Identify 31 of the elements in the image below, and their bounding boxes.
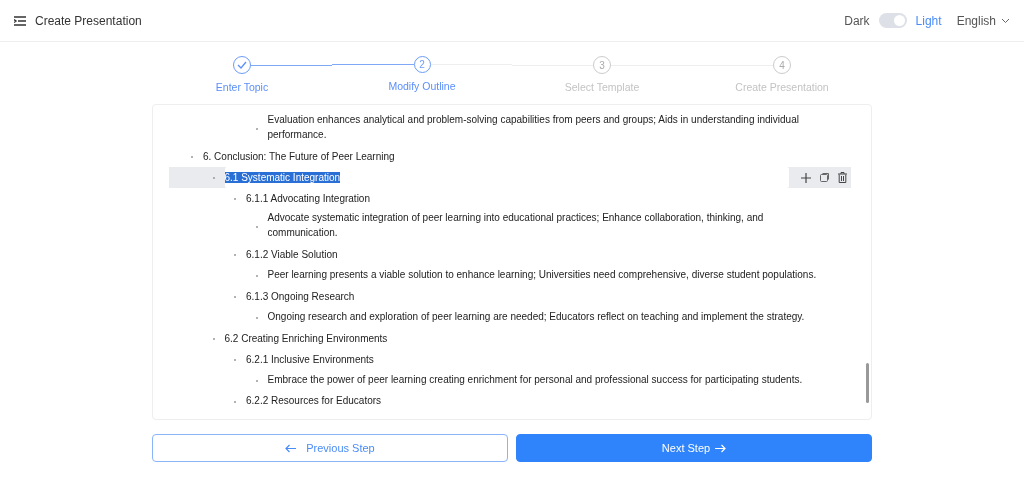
- outline-item[interactable]: 6. Conclusion: The Future of Peer Learning: [203, 146, 395, 167]
- theme-toggle[interactable]: [878, 13, 907, 28]
- outline-item[interactable]: Advocate systematic integration of peer learning into educational practices; Enhance collaboration, thinking, and communication.: [267, 209, 851, 244]
- light-label: Light: [915, 13, 942, 28]
- dark-label: Dark: [844, 13, 870, 28]
- check-icon: [237, 61, 247, 69]
- next-step-button[interactable]: Next Step: [516, 434, 872, 462]
- trash-icon[interactable]: [838, 172, 847, 183]
- outline-input[interactable]: 6.1 Systematic Integration: [224, 167, 789, 188]
- step-number: 4: [779, 59, 785, 71]
- menu-icon[interactable]: [14, 15, 26, 26]
- copy-icon[interactable]: [820, 173, 829, 182]
- outline-item[interactable]: Peer learning presents a viable solution to enhance learning; Universities need comprehensive, diverse student populations.: [267, 265, 841, 286]
- arrow-right-icon: [715, 443, 727, 453]
- arrow-left-icon: [285, 443, 297, 453]
- outline-item[interactable]: Ongoing research and exploration of peer learning are needed; Educators reflect on teaching and implement the strategy.: [267, 307, 829, 328]
- chevron-down-icon: [1001, 17, 1010, 24]
- scrollbar[interactable]: [866, 363, 869, 403]
- outline-item[interactable]: 6.1.3 Ongoing Research: [246, 286, 355, 307]
- outline-item[interactable]: 6.2 Creating Enriching Environments: [224, 328, 388, 349]
- outline-item[interactable]: Evaluation enhances analytical and problem-solving capabilities from peers and groups; Aids in understanding individual performance.: [267, 111, 851, 146]
- outline-item[interactable]: 6.2.2 Resources for Educators: [246, 391, 406, 412]
- outline-item[interactable]: Embrace the power of peer learning creating enrichment for personal and professional success for participating students.: [267, 370, 827, 391]
- outline-item[interactable]: 6.2.1 Inclusive Environments: [246, 349, 374, 370]
- language-dropdown[interactable]: English: [950, 13, 1010, 28]
- add-icon[interactable]: [801, 172, 811, 183]
- outline-item[interactable]: 6.1.2 Viable Solution: [246, 244, 338, 265]
- outline-item[interactable]: 6.1.1 Advocating Integration: [246, 188, 370, 209]
- step-number: 2: [419, 59, 425, 70]
- step-number: 3: [599, 59, 605, 71]
- app-title: Create Presentation: [35, 13, 142, 28]
